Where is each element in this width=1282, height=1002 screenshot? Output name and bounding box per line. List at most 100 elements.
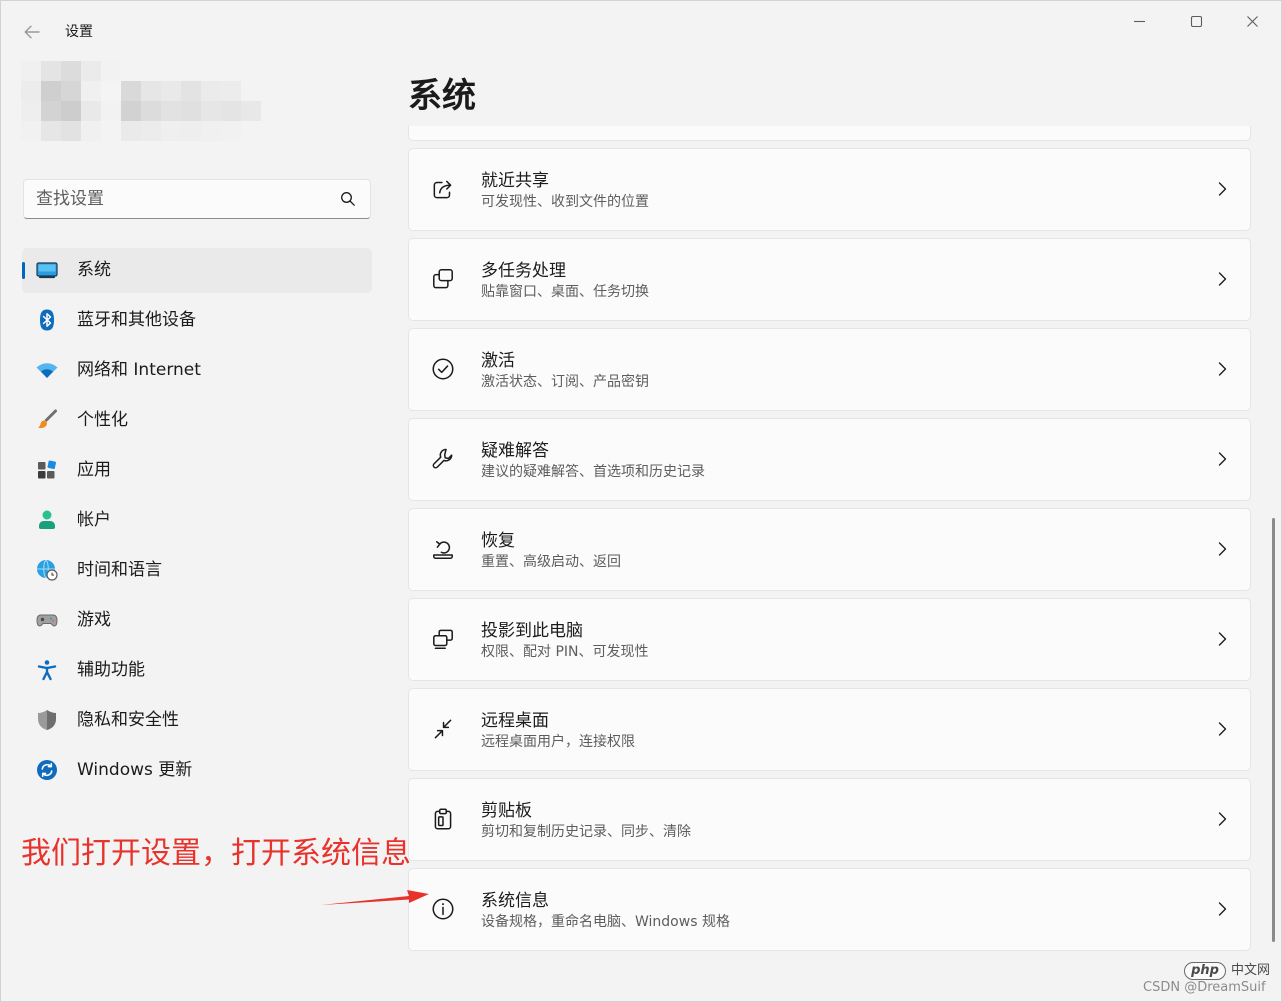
card-title: 投影到此电脑	[481, 621, 583, 641]
search-input[interactable]	[24, 180, 324, 218]
sidebar-item-gaming[interactable]: 游戏	[22, 598, 372, 643]
mosaic-cell	[101, 81, 121, 101]
chevron-right-icon	[1218, 812, 1227, 826]
mosaic-cell	[21, 61, 41, 81]
annotation-arrow	[321, 890, 429, 905]
chevron-right-icon	[1218, 902, 1227, 916]
activation-check-icon	[432, 358, 454, 380]
sidebar-item-label: 应用	[77, 460, 111, 480]
chevron-right-icon	[1218, 632, 1227, 646]
scrollbar-thumb[interactable]	[1272, 518, 1275, 942]
watermark-logo: php	[1184, 962, 1226, 980]
mosaic-cell	[121, 61, 141, 81]
chevron-right-icon	[1218, 362, 1227, 376]
card-subtitle: 重置、高级启动、返回	[481, 554, 621, 570]
sidebar-item-label: 蓝牙和其他设备	[77, 310, 196, 330]
mosaic-cell	[221, 81, 241, 101]
card-projecting[interactable]: 投影到此电脑 权限、配对 PIN、可发现性	[408, 598, 1251, 681]
nav-selected-indicator	[22, 262, 25, 279]
card-nearby-sharing[interactable]: 就近共享 可发现性、收到文件的位置	[408, 148, 1251, 231]
sidebar-item-label: 辅助功能	[77, 660, 145, 680]
card-subtitle: 激活状态、订阅、产品密钥	[481, 374, 649, 390]
search-icon[interactable]	[340, 191, 356, 207]
account-icon	[39, 510, 55, 529]
maximize-icon	[1190, 15, 1202, 27]
sidebar-item-time-language[interactable]: 时间和语言	[22, 548, 372, 593]
card-subtitle: 可发现性、收到文件的位置	[481, 194, 649, 210]
mosaic-cell	[101, 61, 121, 81]
mosaic-cell	[21, 121, 41, 141]
card-about[interactable]: 系统信息 设备规格，重命名电脑、Windows 规格	[408, 868, 1251, 951]
sidebar-item-windows-update[interactable]: Windows 更新	[22, 748, 372, 793]
mosaic-cell	[221, 61, 241, 81]
search-box[interactable]	[23, 179, 371, 219]
card-troubleshoot[interactable]: 疑难解答 建议的疑难解答、首选项和历史记录	[408, 418, 1251, 501]
remote-desktop-icon	[434, 719, 452, 739]
card-activation[interactable]: 激活 激活状态、订阅、产品密钥	[408, 328, 1251, 411]
mosaic-cell	[141, 121, 161, 141]
sidebar-item-label: 个性化	[77, 410, 128, 430]
card-title: 恢复	[481, 531, 515, 551]
mosaic-cell	[121, 81, 141, 101]
sidebar-item-system[interactable]: 系统	[22, 248, 372, 293]
card-partial[interactable]	[408, 126, 1251, 141]
mosaic-cell	[201, 101, 221, 121]
mosaic-cell	[181, 121, 201, 141]
mosaic-cell	[41, 101, 61, 121]
mosaic-cell	[241, 81, 261, 101]
mosaic-cell	[121, 101, 141, 121]
back-button[interactable]	[19, 20, 45, 44]
mosaic-cell	[61, 101, 81, 121]
card-subtitle: 建议的疑难解答、首选项和历史记录	[481, 464, 705, 480]
watermark-credit: CSDN @DreamSuif	[1143, 980, 1266, 995]
sidebar-item-apps[interactable]: 应用	[22, 448, 372, 493]
maximize-button[interactable]	[1173, 7, 1219, 35]
app-title: 设置	[65, 24, 93, 40]
mosaic-cell	[221, 101, 241, 121]
card-title: 激活	[481, 351, 515, 371]
accessibility-icon	[37, 660, 57, 681]
sidebar-item-privacy[interactable]: 隐私和安全性	[22, 698, 372, 743]
sidebar-item-accounts[interactable]: 帐户	[22, 498, 372, 543]
card-remote-desktop[interactable]: 远程桌面 远程桌面用户，连接权限	[408, 688, 1251, 771]
close-icon	[1246, 15, 1258, 27]
mosaic-cell	[41, 81, 61, 101]
chevron-right-icon	[1218, 722, 1227, 736]
gamepad-icon	[36, 614, 58, 627]
card-subtitle: 设备规格，重命名电脑、Windows 规格	[481, 914, 730, 930]
sidebar-item-label: 帐户	[77, 510, 111, 530]
mosaic-cell	[181, 61, 201, 81]
sidebar-item-bluetooth[interactable]: 蓝牙和其他设备	[22, 298, 372, 343]
mosaic-cell	[21, 81, 41, 101]
recovery-icon	[433, 540, 453, 559]
card-title: 系统信息	[481, 891, 549, 911]
clipboard-icon	[434, 808, 452, 830]
sidebar-item-network[interactable]: 网络和 Internet	[22, 348, 372, 393]
mosaic-cell	[141, 61, 161, 81]
sidebar-item-personalization[interactable]: 个性化	[22, 398, 372, 443]
mosaic-cell	[61, 61, 81, 81]
sidebar-item-label: 系统	[77, 260, 111, 280]
chevron-right-icon	[1218, 452, 1227, 466]
time-language-icon	[37, 559, 58, 581]
card-title: 疑难解答	[481, 441, 549, 461]
wrench-icon	[432, 448, 453, 469]
multitasking-icon	[433, 269, 453, 289]
close-button[interactable]	[1229, 7, 1275, 35]
share-icon	[433, 180, 452, 199]
mosaic-cell	[141, 81, 161, 101]
sidebar-item-accessibility[interactable]: 辅助功能	[22, 648, 372, 693]
minimize-button[interactable]	[1116, 7, 1162, 35]
sidebar-nav: 系统 蓝牙和其他设备 网络和 Internet 个性化 应用 帐户 时间和语言 …	[22, 248, 372, 798]
card-recovery[interactable]: 恢复 重置、高级启动、返回	[408, 508, 1251, 591]
annotation-arrow-shape	[321, 890, 429, 905]
mosaic-cell	[161, 101, 181, 121]
card-multitasking[interactable]: 多任务处理 贴靠窗口、桌面、任务切换	[408, 238, 1251, 321]
blurred-profile[interactable]	[21, 61, 261, 141]
sidebar-item-label: 网络和 Internet	[77, 360, 201, 380]
mosaic-cell	[181, 81, 201, 101]
back-arrow-icon	[24, 25, 40, 39]
paintbrush-icon	[38, 409, 57, 429]
card-clipboard[interactable]: 剪贴板 剪切和复制历史记录、同步、清除	[408, 778, 1251, 861]
mosaic-cell	[221, 121, 241, 141]
